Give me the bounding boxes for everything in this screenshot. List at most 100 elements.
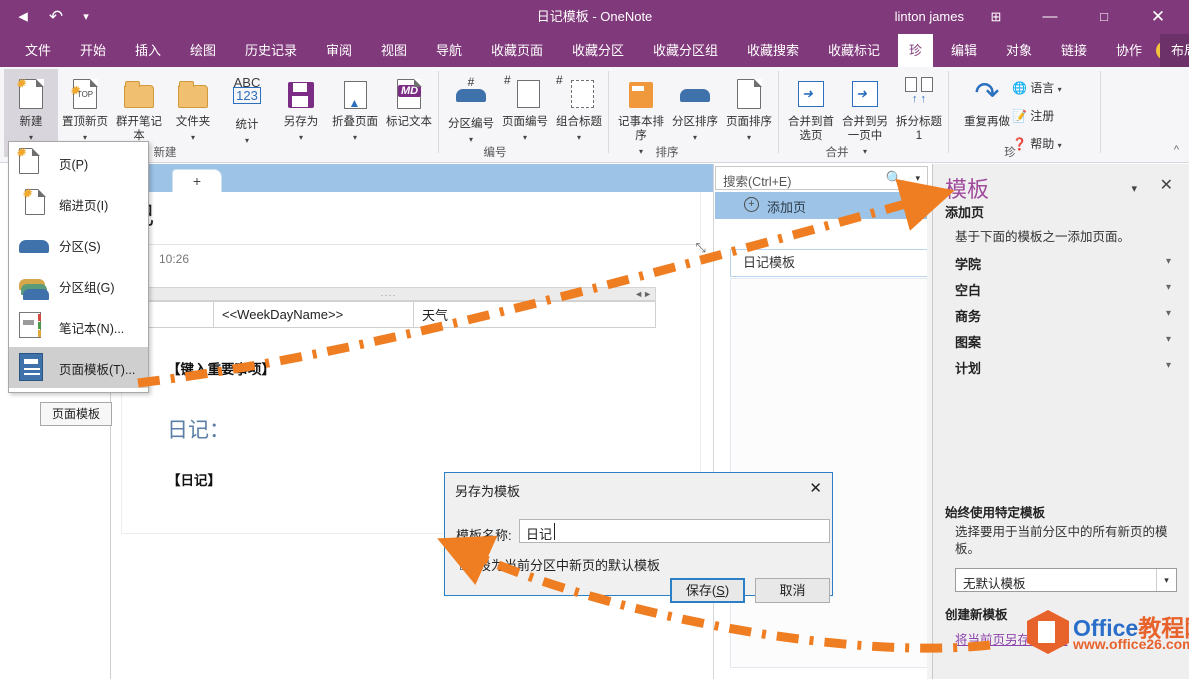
search-input[interactable]: 搜索(Ctrl+E) 🔍 ▾ xyxy=(715,166,928,190)
close-icon[interactable]: ✕ xyxy=(1160,175,1173,195)
menu-item-page[interactable]: ✹ 页(P) xyxy=(9,142,148,183)
abc123-icon: ABC 123 xyxy=(233,75,261,104)
template-category-academic[interactable]: 学院 ▾ xyxy=(955,254,1180,280)
split-title-icon: ↑ ↑ xyxy=(892,73,946,115)
template-category-blank[interactable]: 空白 ▾ xyxy=(955,280,1180,306)
tab-label: 珍 xyxy=(909,43,923,58)
page-canvas[interactable]: 记 10:26 ⤢ ···· ◄► <<WeekDayName>> 天气 【键入… xyxy=(111,192,713,679)
always-use-template-desc: 选择要用于当前分区中的所有新页的模板。 xyxy=(955,525,1168,556)
table-cell-2[interactable]: <<WeekDayName>> xyxy=(213,301,414,328)
table-handle-arrows[interactable]: ◄► xyxy=(634,289,652,299)
back-circle-icon[interactable]: ◂ xyxy=(12,6,34,28)
ribbon-display-options-icon[interactable]: ⊞ xyxy=(973,0,1019,34)
menu-item-page-template[interactable]: 页面模板(T)... xyxy=(9,347,148,388)
tab-15[interactable]: 对象 xyxy=(995,34,1043,67)
tab-6[interactable]: 视图 xyxy=(370,34,418,67)
chevron-down-icon[interactable]: ▾ xyxy=(1156,569,1176,591)
tab-1[interactable]: 开始 xyxy=(69,34,117,67)
template-pane: 模板 ▾ ✕ 添加页 基于下面的模板之一添加页面。 学院 ▾ 空白 ▾ 商务 ▾… xyxy=(932,164,1189,679)
table-handle[interactable]: ···· ◄► xyxy=(121,287,656,301)
office-hexagon-icon xyxy=(1027,610,1069,654)
template-name-field[interactable]: 日记 xyxy=(519,519,830,543)
ribbon-group-label-merge: 合并 xyxy=(825,147,849,159)
chevron-down-icon: ▾ xyxy=(468,135,473,144)
tab-10[interactable]: 收藏分区组 xyxy=(642,34,729,67)
ribbon-button-split-title[interactable]: ↑ ↑ 拆分标题1 xyxy=(892,69,946,157)
note-important[interactable]: 【键入重要事项】 xyxy=(167,358,275,378)
ribbon-button-page-sort[interactable]: 页面排序 ▾ xyxy=(722,69,776,157)
undo-icon[interactable]: ↶ xyxy=(45,6,67,28)
default-template-checkbox[interactable] xyxy=(460,557,473,570)
ribbon-button-mark-text[interactable]: MD 标记文本 xyxy=(382,69,436,157)
cancel-button[interactable]: 取消 xyxy=(755,578,830,603)
collapse-pages-icon: ▲ xyxy=(328,73,382,115)
tab-label: 收藏标记 xyxy=(828,43,881,58)
tab-11[interactable]: 收藏搜索 xyxy=(736,34,810,67)
folder-icon xyxy=(112,73,166,115)
page-template-tooltip: 页面模板 xyxy=(40,402,112,426)
close-icon[interactable]: ✕ xyxy=(809,479,822,497)
chevron-down-icon: ▾ xyxy=(352,133,357,142)
tab-7[interactable]: 导航 xyxy=(425,34,473,67)
template-name-value: 日记 xyxy=(526,527,553,542)
template-category-business[interactable]: 商务 ▾ xyxy=(955,306,1180,332)
ribbon-button-statistics[interactable]: ABC 123 统计 ▾ xyxy=(220,69,274,157)
search-icon[interactable]: 🔍 xyxy=(886,170,903,187)
menu-item-section[interactable]: 分区(S) xyxy=(9,224,148,265)
menu-item-notebook[interactable]: 笔记本(N)... xyxy=(9,306,148,347)
tab-3[interactable]: 绘图 xyxy=(179,34,227,67)
tab-8[interactable]: 收藏页面 xyxy=(480,34,554,67)
ribbon-button-combine-title[interactable]: # 组合标题 ▾ xyxy=(552,69,606,157)
menu-item-indent-page[interactable]: ✹ 缩进页(I) xyxy=(9,183,148,224)
tab-5[interactable]: 审阅 xyxy=(315,34,363,67)
list-item[interactable]: 日记模板 xyxy=(730,249,928,277)
diary-heading[interactable]: 日记： xyxy=(167,414,230,444)
page-number-icon: # xyxy=(498,73,552,115)
tab-9[interactable]: 收藏分区 xyxy=(561,34,635,67)
tab-17[interactable]: 协作 xyxy=(1105,34,1153,67)
ribbon-button-register[interactable]: 📝 注册 xyxy=(1012,107,1054,124)
ribbon-button-save-as[interactable]: 另存为 ▾ xyxy=(274,69,328,157)
save-button[interactable]: 保存(S) xyxy=(670,578,745,603)
menu-item-section-group[interactable]: 分区组(G) xyxy=(9,265,148,306)
page-sort-icon xyxy=(722,73,776,115)
tab-4[interactable]: 历史记录 xyxy=(234,34,308,67)
template-name-label: 模板名称: xyxy=(456,528,512,543)
more-caret-icon[interactable]: ▾ xyxy=(75,6,97,28)
tab-13[interactable]: 珍 xyxy=(898,34,934,67)
table-row[interactable]: <<WeekDayName>> 天气 xyxy=(121,301,656,328)
user-account-name[interactable]: linton james xyxy=(895,0,964,34)
chevron-down-icon[interactable]: ▾ xyxy=(1131,182,1137,195)
dialog-title: 另存为模板 xyxy=(455,484,521,499)
chevron-down-icon: ▾ xyxy=(1165,256,1171,267)
maximize-button[interactable]: □ xyxy=(1081,0,1127,34)
close-button[interactable]: ✕ xyxy=(1135,0,1181,34)
tab-label: 编辑 xyxy=(951,43,978,58)
content-table[interactable]: <<WeekDayName>> 天气 xyxy=(121,301,656,328)
note-diary[interactable]: 【日记】 xyxy=(167,469,221,489)
tab-2[interactable]: 插入 xyxy=(124,34,172,67)
collapse-ribbon-button[interactable]: ^ xyxy=(1174,144,1179,156)
tab-14[interactable]: 编辑 xyxy=(940,34,988,67)
table-container[interactable]: ···· ◄► <<WeekDayName>> 天气 xyxy=(121,287,656,328)
expand-arrow-icon[interactable]: ⤢ xyxy=(696,240,706,256)
ribbon-button-collapse-pages[interactable]: ▲ 折叠页面 ▾ xyxy=(328,69,382,157)
template-category-planners[interactable]: 计划 ▾ xyxy=(955,358,1180,384)
default-template-select[interactable]: 无默认模板 ▾ xyxy=(955,568,1177,592)
tab-0[interactable]: 文件 xyxy=(14,34,62,67)
tab-12[interactable]: 收藏标记 xyxy=(817,34,891,67)
default-template-checkbox-label[interactable]: 设为当前分区中新页的默认模板 xyxy=(478,555,660,574)
minimize-button[interactable]: — xyxy=(1027,0,1073,34)
add-section-tab-button[interactable]: + xyxy=(172,169,222,192)
chevron-down-icon[interactable]: ▾ xyxy=(915,173,920,184)
ribbon-button-language[interactable]: 🌐 语言 ▾ xyxy=(1012,79,1062,96)
template-category-decorative[interactable]: 图案 ▾ xyxy=(955,332,1180,358)
chevron-down-icon: ▾ xyxy=(244,136,249,145)
tab-16[interactable]: 链接 xyxy=(1050,34,1098,67)
table-handle-dots: ···· xyxy=(380,290,397,300)
table-cell-3[interactable]: 天气 xyxy=(413,301,656,328)
tab-label: 链接 xyxy=(1061,43,1088,58)
add-page-button[interactable]: + 添加页 xyxy=(715,192,928,219)
chevron-down-icon: ▾ xyxy=(576,133,581,142)
tab-18[interactable]: 布局 xyxy=(1160,34,1189,67)
